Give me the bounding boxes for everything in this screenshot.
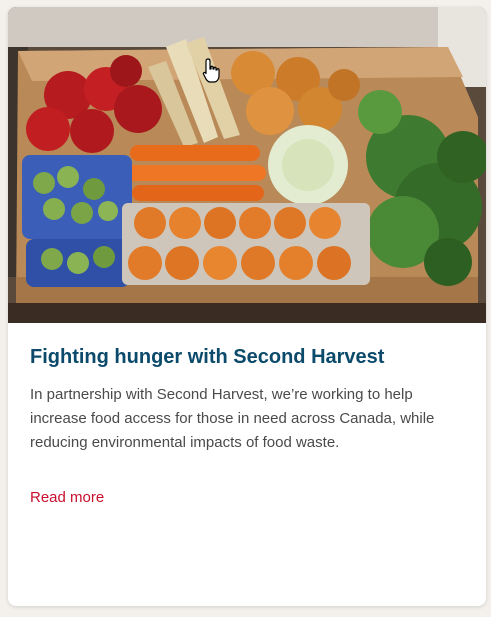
hand-pointer-icon [202, 58, 220, 83]
card-title[interactable]: Fighting hunger with Second Harvest [30, 343, 470, 371]
produce-box-image[interactable] [8, 7, 486, 323]
story-card[interactable]: Fighting hunger with Second Harvest In p… [8, 7, 486, 606]
read-more-link[interactable]: Read more [30, 487, 104, 509]
card-description: In partnership with Second Harvest, we’r… [30, 386, 435, 451]
